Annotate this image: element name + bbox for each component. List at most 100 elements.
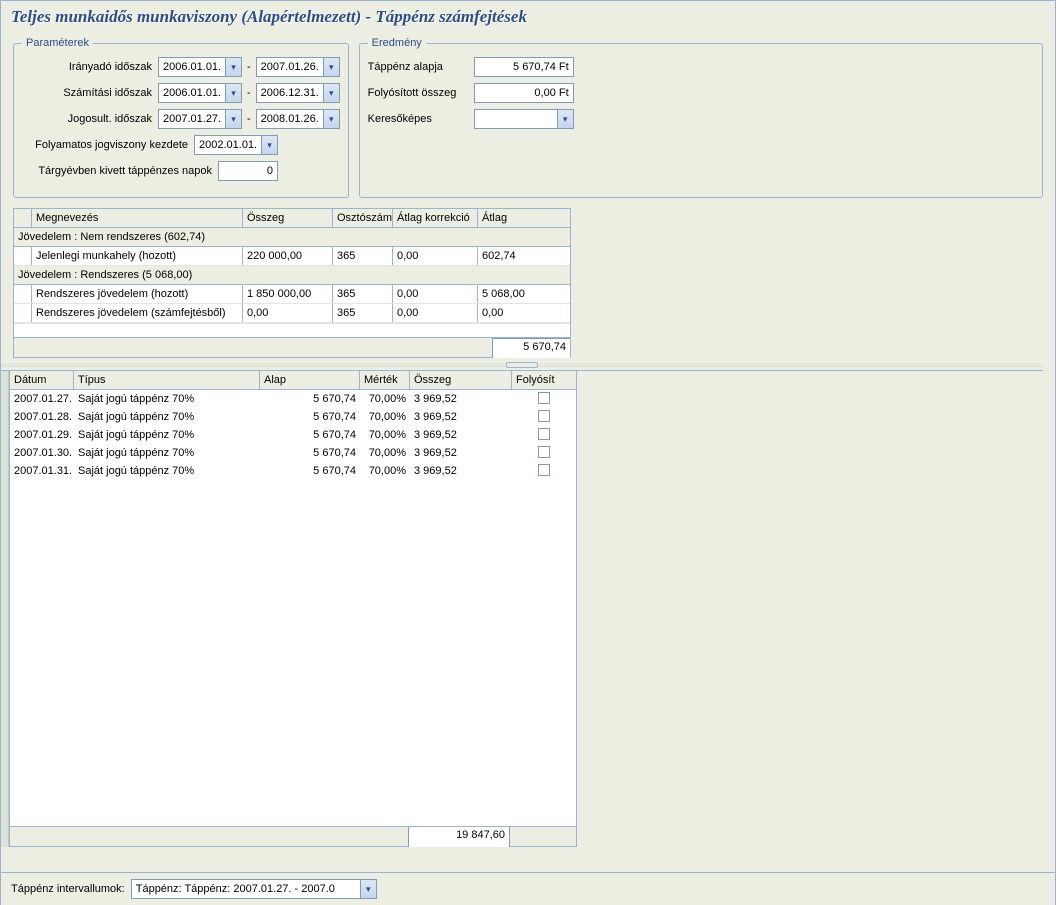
cell-name: Rendszeres jövedelem (számfejtésből): [32, 304, 243, 322]
cell-mertek: 70,00%: [360, 408, 410, 426]
col-megnevezes[interactable]: Megnevezés: [32, 209, 243, 227]
payments-grid-footer: 19 847,60: [10, 826, 576, 846]
cell-date: 2007.01.28.: [10, 408, 74, 426]
chevron-down-icon[interactable]: ▾: [225, 84, 241, 102]
cell-atlag: 0,00: [478, 304, 570, 322]
folyositott-label: Folyósított összeg: [368, 87, 468, 99]
jogosult-to-input[interactable]: 2008.01.26.▾: [256, 109, 340, 129]
cell-type: Saját jogú táppénz 70%: [74, 444, 260, 462]
targyev-input[interactable]: [218, 161, 278, 181]
chevron-down-icon[interactable]: ▾: [557, 110, 573, 128]
folyositott-value[interactable]: [474, 83, 574, 103]
folyosit-checkbox[interactable]: [538, 410, 550, 422]
cell-mertek: 70,00%: [360, 390, 410, 408]
cell-alap: 5 670,74: [260, 444, 360, 462]
col-datum[interactable]: Dátum: [10, 371, 74, 389]
col-alap[interactable]: Alap: [260, 371, 360, 389]
table-row[interactable]: Rendszeres jövedelem (számfejtésből)0,00…: [14, 304, 570, 323]
folyamatos-label: Folyamatos jogviszony kezdete: [22, 139, 188, 151]
cell-atlag: 602,74: [478, 247, 570, 265]
bottom-bar: Táppénz intervallumok: Táppénz: Táppénz:…: [1, 872, 1055, 905]
cell-name: Rendszeres jövedelem (hozott): [32, 285, 243, 303]
cell-name: Jelenlegi munkahely (hozott): [32, 247, 243, 265]
table-row[interactable]: Rendszeres jövedelem (hozott)1 850 000,0…: [14, 285, 570, 304]
cell-korr: 0,00: [393, 304, 478, 322]
col-folyosit[interactable]: Folyósít: [512, 371, 576, 389]
cell-osszeg: 3 969,52: [410, 426, 512, 444]
chevron-down-icon[interactable]: ▾: [323, 110, 339, 128]
cell-folyosit: [512, 408, 576, 426]
col-osszeg[interactable]: Összeg: [410, 371, 512, 389]
iranyado-label: Irányadó időszak: [22, 61, 152, 73]
col-tipus[interactable]: Típus: [74, 371, 260, 389]
cell-osszeg: 3 969,52: [410, 462, 512, 480]
table-row[interactable]: 2007.01.28.Saját jogú táppénz 70%5 670,7…: [10, 408, 576, 426]
income-total: 5 670,74: [492, 338, 570, 358]
interval-select[interactable]: Táppénz: Táppénz: 2007.01.27. - 2007.0▾: [131, 879, 377, 899]
cell-folyosit: [512, 444, 576, 462]
group-row[interactable]: Jövedelem : Nem rendszeres (602,74): [14, 228, 570, 247]
folyosit-checkbox[interactable]: [538, 464, 550, 476]
cell-osszeg: 0,00: [243, 304, 333, 322]
cell-osszeg: 3 969,52: [410, 444, 512, 462]
jogosult-label: Jogosult. időszak: [22, 113, 152, 125]
income-grid: Megnevezés Összeg Osztószám Átlag korrek…: [13, 208, 571, 358]
cell-osszeg: 1 850 000,00: [243, 285, 333, 303]
params-legend: Paraméterek: [22, 37, 93, 49]
cell-type: Saját jogú táppénz 70%: [74, 390, 260, 408]
cell-type: Saját jogú táppénz 70%: [74, 426, 260, 444]
results-fieldset: Eredmény Táppénz alapja Folyósított össz…: [359, 37, 1043, 198]
alap-label: Táppénz alapja: [368, 61, 468, 73]
dash: -: [242, 87, 256, 99]
cell-folyosit: [512, 426, 576, 444]
cell-mertek: 70,00%: [360, 426, 410, 444]
cell-mertek: 70,00%: [360, 444, 410, 462]
szamitasi-to-input[interactable]: 2006.12.31.▾: [256, 83, 340, 103]
chevron-down-icon[interactable]: ▾: [360, 880, 376, 898]
dash: -: [242, 61, 256, 73]
keresokepes-select[interactable]: ▾: [474, 109, 574, 129]
folyosit-checkbox[interactable]: [538, 446, 550, 458]
payments-total: 19 847,60: [408, 827, 510, 847]
col-mertek[interactable]: Mérték: [360, 371, 410, 389]
col-atlag-korrekcio[interactable]: Átlag korrekció: [393, 209, 478, 227]
chevron-down-icon[interactable]: ▾: [225, 58, 241, 76]
alap-value[interactable]: [474, 57, 574, 77]
szamitasi-label: Számítási időszak: [22, 87, 152, 99]
cell-folyosit: [512, 462, 576, 480]
chevron-down-icon[interactable]: ▾: [323, 58, 339, 76]
splitter-handle[interactable]: [1, 361, 1043, 367]
left-scroll-strip[interactable]: [1, 371, 9, 847]
cell-oszto: 365: [333, 304, 393, 322]
cell-osszeg: 3 969,52: [410, 390, 512, 408]
iranyado-to-input[interactable]: 2007.01.26.▾: [256, 57, 340, 77]
iranyado-from-input[interactable]: 2006.01.01.▾: [158, 57, 242, 77]
table-row[interactable]: 2007.01.27.Saját jogú táppénz 70%5 670,7…: [10, 390, 576, 408]
interval-label: Táppénz intervallumok:: [11, 883, 125, 895]
cell-date: 2007.01.29.: [10, 426, 74, 444]
folyamatos-input[interactable]: 2002.01.01.▾: [194, 135, 278, 155]
cell-osszeg: 3 969,52: [410, 408, 512, 426]
chevron-down-icon[interactable]: ▾: [225, 110, 241, 128]
col-osztoszam[interactable]: Osztószám: [333, 209, 393, 227]
chevron-down-icon[interactable]: ▾: [261, 136, 277, 154]
szamitasi-from-input[interactable]: 2006.01.01.▾: [158, 83, 242, 103]
col-atlag[interactable]: Átlag: [478, 209, 570, 227]
col-osszeg[interactable]: Összeg: [243, 209, 333, 227]
table-row[interactable]: Jelenlegi munkahely (hozott)220 000,0036…: [14, 247, 570, 266]
cell-alap: 5 670,74: [260, 408, 360, 426]
payments-grid-header: Dátum Típus Alap Mérték Összeg Folyósít: [10, 371, 576, 390]
group-row[interactable]: Jövedelem : Rendszeres (5 068,00): [14, 266, 570, 285]
jogosult-from-input[interactable]: 2007.01.27.▾: [158, 109, 242, 129]
folyosit-checkbox[interactable]: [538, 392, 550, 404]
cell-date: 2007.01.30.: [10, 444, 74, 462]
table-row[interactable]: 2007.01.31.Saját jogú táppénz 70%5 670,7…: [10, 462, 576, 480]
table-row[interactable]: 2007.01.29.Saját jogú táppénz 70%5 670,7…: [10, 426, 576, 444]
cell-type: Saját jogú táppénz 70%: [74, 408, 260, 426]
cell-oszto: 365: [333, 285, 393, 303]
folyosit-checkbox[interactable]: [538, 428, 550, 440]
chevron-down-icon[interactable]: ▾: [323, 84, 339, 102]
cell-korr: 0,00: [393, 247, 478, 265]
table-row[interactable]: 2007.01.30.Saját jogú táppénz 70%5 670,7…: [10, 444, 576, 462]
cell-alap: 5 670,74: [260, 390, 360, 408]
